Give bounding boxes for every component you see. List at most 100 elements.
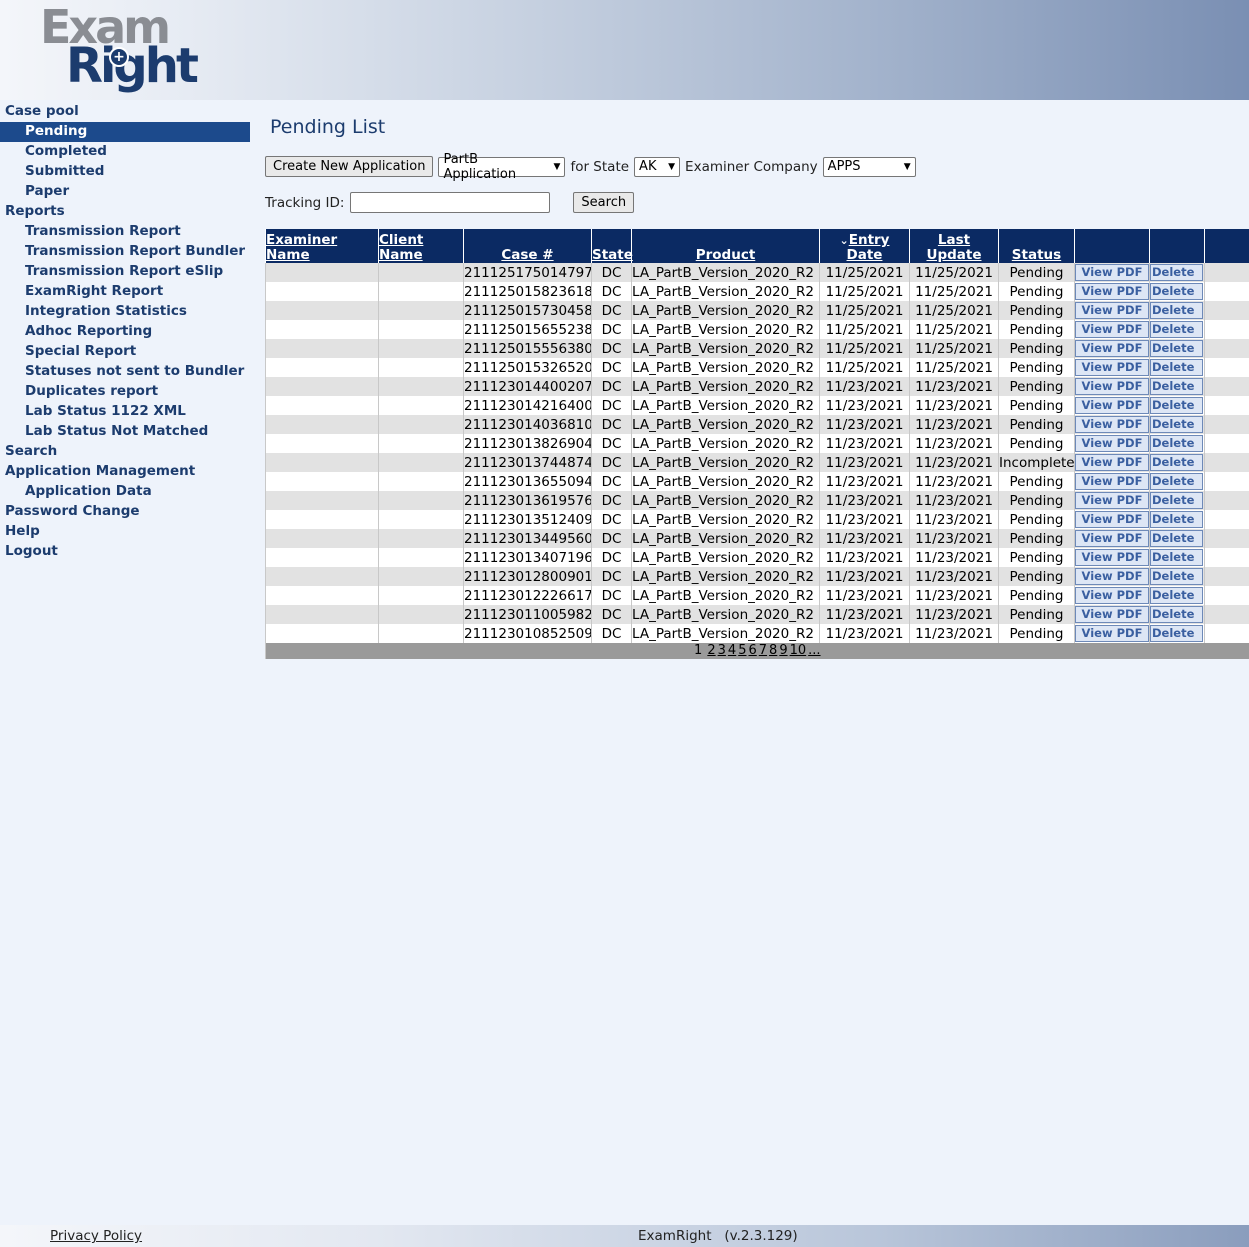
sidebar-item-help[interactable]: Help [0, 522, 250, 542]
delete-button[interactable]: Delete [1150, 625, 1203, 642]
sort-state-link[interactable]: State [592, 247, 633, 263]
sidebar-item-case-pool[interactable]: Case pool [0, 102, 250, 122]
sidebar-item-integration-statistics[interactable]: Integration Statistics [0, 302, 250, 322]
sidebar-item-logout[interactable]: Logout [0, 542, 250, 562]
delete-button[interactable]: Delete [1150, 416, 1203, 433]
view-pdf-button[interactable]: View PDF [1075, 378, 1149, 395]
view-pdf-button[interactable]: View PDF [1075, 340, 1149, 357]
page-link[interactable]: 8 [769, 643, 777, 658]
page-link[interactable]: 7 [759, 643, 767, 658]
sidebar-item-transmission-report[interactable]: Transmission Report [0, 222, 250, 242]
sidebar-item-statuses-not-sent-to-bundler[interactable]: Statuses not sent to Bundler [0, 362, 250, 382]
delete-button[interactable]: Delete [1150, 568, 1203, 585]
sidebar-item-special-report[interactable]: Special Report [0, 342, 250, 362]
search-button[interactable]: Search [573, 192, 635, 213]
col-last-update[interactable]: Last Update [909, 229, 999, 263]
delete-button[interactable]: Delete [1150, 530, 1203, 547]
delete-button[interactable]: Delete [1150, 378, 1203, 395]
view-pdf-button[interactable]: View PDF [1075, 625, 1149, 642]
view-pdf-button[interactable]: View PDF [1075, 530, 1149, 547]
view-pdf-button[interactable]: View PDF [1075, 264, 1149, 281]
view-pdf-button[interactable]: View PDF [1075, 473, 1149, 490]
delete-button[interactable]: Delete [1150, 492, 1203, 509]
sort-status-link[interactable]: Status [1012, 247, 1061, 263]
sidebar-item-submitted[interactable]: Submitted [0, 162, 250, 182]
sidebar-item-application-data[interactable]: Application Data [0, 482, 250, 502]
delete-button[interactable]: Delete [1150, 264, 1203, 281]
table-header-row: Examiner Name Client Name Case # State Pro… [265, 229, 1249, 263]
sidebar-item-completed[interactable]: Completed [0, 142, 250, 162]
delete-button[interactable]: Delete [1150, 606, 1203, 623]
page-link[interactable]: 2 [707, 643, 715, 658]
delete-button[interactable]: Delete [1150, 302, 1203, 319]
col-entry-date[interactable]: ⌄Entry Date [819, 229, 910, 263]
tracking-id-input[interactable] [350, 192, 551, 213]
sidebar-item-application-management[interactable]: Application Management [0, 462, 250, 482]
view-pdf-button[interactable]: View PDF [1075, 359, 1149, 376]
view-pdf-button[interactable]: View PDF [1075, 435, 1149, 452]
page-link[interactable]: 5 [738, 643, 746, 658]
header-text: Name [379, 247, 423, 263]
view-pdf-button[interactable]: View PDF [1075, 283, 1149, 300]
page-link[interactable]: 9 [779, 643, 787, 658]
delete-button[interactable]: Delete [1150, 473, 1203, 490]
sidebar-item-search[interactable]: Search [0, 442, 250, 462]
delete-button[interactable]: Delete [1150, 321, 1203, 338]
delete-button[interactable]: Delete [1150, 340, 1203, 357]
col-case-number[interactable]: Case # [463, 229, 592, 263]
sidebar-item-lab-status-1122-xml[interactable]: Lab Status 1122 XML [0, 402, 250, 422]
sort-client-name-link[interactable]: Client Name [379, 232, 423, 263]
delete-button[interactable]: Delete [1150, 283, 1203, 300]
delete-button[interactable]: Delete [1150, 454, 1203, 471]
sidebar-item-transmission-report-bundler[interactable]: Transmission Report Bundler [0, 242, 250, 262]
view-pdf-button[interactable]: View PDF [1075, 568, 1149, 585]
cell-state: DC [591, 548, 632, 567]
view-pdf-button[interactable]: View PDF [1075, 606, 1149, 623]
privacy-policy-link[interactable]: Privacy Policy [50, 1228, 142, 1244]
page-link[interactable]: 4 [728, 643, 736, 658]
view-pdf-button[interactable]: View PDF [1075, 587, 1149, 604]
col-examiner-name[interactable]: Examiner Name [265, 229, 379, 263]
view-pdf-button[interactable]: View PDF [1075, 492, 1149, 509]
delete-button[interactable]: Delete [1150, 397, 1203, 414]
sidebar-item-transmission-report-eslip[interactable]: Transmission Report eSlip [0, 262, 250, 282]
view-pdf-button[interactable]: View PDF [1075, 302, 1149, 319]
view-pdf-button[interactable]: View PDF [1075, 549, 1149, 566]
sidebar-item-lab-status-not-matched[interactable]: Lab Status Not Matched [0, 422, 250, 442]
examright-logo[interactable]: Exam Right + [38, 0, 218, 98]
sort-product-link[interactable]: Product [696, 247, 756, 263]
create-new-application-button[interactable]: Create New Application [265, 156, 434, 177]
view-pdf-button[interactable]: View PDF [1075, 511, 1149, 528]
col-product[interactable]: Product [631, 229, 820, 263]
sidebar-item-examright-report[interactable]: ExamRight Report [0, 282, 250, 302]
sort-case-link[interactable]: Case # [501, 247, 553, 263]
view-pdf-button[interactable]: View PDF [1075, 454, 1149, 471]
sidebar-item-pending[interactable]: Pending [0, 122, 250, 142]
col-state[interactable]: State [591, 229, 633, 263]
sort-entry-date-link[interactable]: ⌄Entry Date [840, 232, 890, 263]
view-pdf-button[interactable]: View PDF [1075, 416, 1149, 433]
delete-button[interactable]: Delete [1150, 549, 1203, 566]
application-type-select[interactable]: PartB Application ▼ [438, 152, 566, 182]
page-link[interactable]: ... [808, 643, 820, 658]
page-link[interactable]: 3 [718, 643, 726, 658]
sidebar-item-reports[interactable]: Reports [0, 202, 250, 222]
delete-button[interactable]: Delete [1150, 359, 1203, 376]
delete-button[interactable]: Delete [1150, 511, 1203, 528]
page-link[interactable]: 6 [748, 643, 756, 658]
page-link[interactable]: 10 [790, 643, 807, 658]
sidebar-item-duplicates-report[interactable]: Duplicates report [0, 382, 250, 402]
delete-button[interactable]: Delete [1150, 587, 1203, 604]
view-pdf-button[interactable]: View PDF [1075, 397, 1149, 414]
sort-last-update-link[interactable]: Last Update [926, 232, 981, 263]
sidebar-item-adhoc-reporting[interactable]: Adhoc Reporting [0, 322, 250, 342]
view-pdf-button[interactable]: View PDF [1075, 321, 1149, 338]
sort-examiner-name-link[interactable]: Examiner Name [266, 232, 337, 263]
sidebar-item-paper[interactable]: Paper [0, 182, 250, 202]
state-select[interactable]: AK ▼ [634, 156, 681, 177]
col-client-name[interactable]: Client Name [378, 229, 464, 263]
examiner-company-select[interactable]: APPS ▼ [822, 156, 916, 177]
col-status[interactable]: Status [998, 229, 1075, 263]
delete-button[interactable]: Delete [1150, 435, 1203, 452]
sidebar-item-password-change[interactable]: Password Change [0, 502, 250, 522]
